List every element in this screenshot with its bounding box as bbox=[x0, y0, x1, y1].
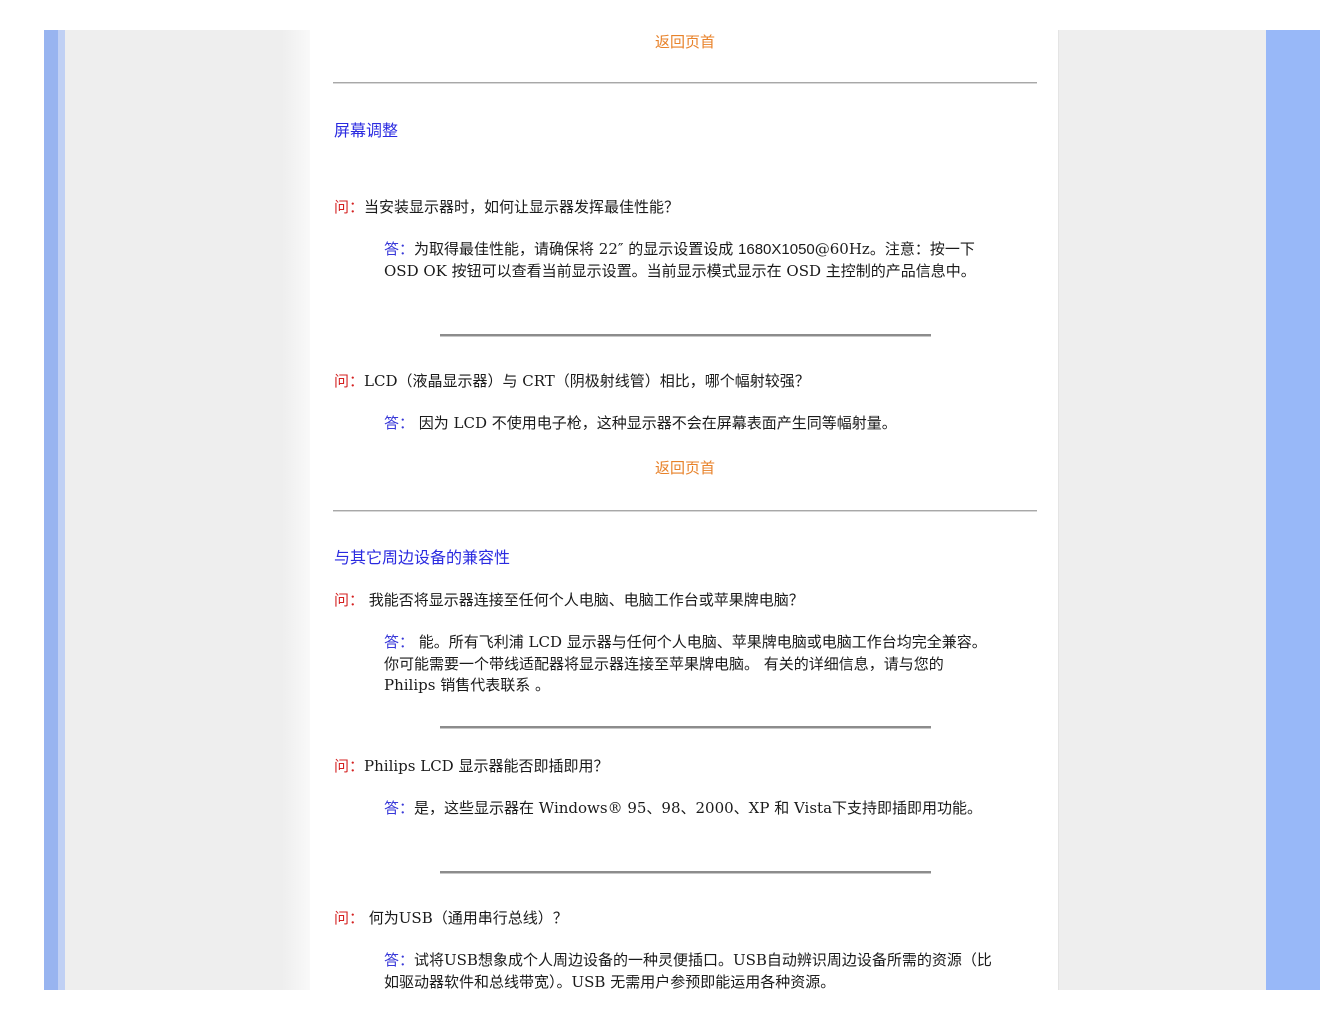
answer-text-part1: 为取得最佳性能，请确保将 22″ 的显示设置设成 bbox=[414, 240, 739, 258]
answer-prefix: 答： bbox=[384, 799, 415, 817]
question-text: LCD（液晶显示器）与 CRT（阴极射线管）相比，哪个幅射较强？ bbox=[364, 372, 810, 390]
question-optimal-performance: 问：当安装显示器时，如何让显示器发挥最佳性能？ bbox=[334, 196, 679, 217]
question-radiation: 问：LCD（液晶显示器）与 CRT（阴极射线管）相比，哪个幅射较强？ bbox=[334, 370, 810, 391]
qa-divider bbox=[440, 334, 931, 337]
question-what-is-usb: 问： 何为USB（通用串行总线）？ bbox=[334, 907, 568, 928]
answer-prefix: 答： bbox=[384, 633, 415, 651]
right-margin bbox=[1058, 30, 1266, 990]
section-title-compatibility: 与其它周边设备的兼容性 bbox=[334, 548, 511, 567]
answer-text: 因为 LCD 不使用电子枪，这种显示器不会在屏幕表面产生同等幅射量。 bbox=[414, 414, 897, 432]
question-prefix: 问： bbox=[334, 198, 365, 216]
document-frame[interactable]: 返回页首 屏幕调整 问：当安装显示器时，如何让显示器发挥最佳性能？ 答：为取得最… bbox=[44, 30, 1320, 990]
answer-what-is-usb: 答：试将USB想象成个人周边设备的一种灵便插口。USB自动辨识周边设备所需的资源… bbox=[384, 950, 994, 990]
answer-plug-and-play: 答：是，这些显示器在 Windows® 95、98、2000、XP 和 Vist… bbox=[384, 798, 994, 820]
qa-divider bbox=[440, 726, 931, 729]
back-to-top-link[interactable]: 返回页首 bbox=[655, 457, 715, 478]
left-margin-shadow bbox=[282, 30, 310, 990]
answer-radiation: 答： 因为 LCD 不使用电子枪，这种显示器不会在屏幕表面产生同等幅射量。 bbox=[384, 413, 994, 435]
answer-text: 是，这些显示器在 Windows® 95、98、2000、XP 和 Vista下… bbox=[414, 799, 983, 817]
qa-divider bbox=[440, 871, 931, 874]
question-plug-and-play: 问：Philips LCD 显示器能否即插即用？ bbox=[334, 755, 608, 776]
answer-text: 能。所有飞利浦 LCD 显示器与任何个人电脑、苹果牌电脑或电脑工作台均完全兼容。… bbox=[384, 633, 987, 694]
answer-optimal-performance: 答：为取得最佳性能，请确保将 22″ 的显示设置设成 1680X1050@60H… bbox=[384, 239, 994, 282]
back-to-top-link[interactable]: 返回页首 bbox=[655, 31, 715, 52]
content-column: 返回页首 屏幕调整 问：当安装显示器时，如何让显示器发挥最佳性能？ 答：为取得最… bbox=[310, 30, 1059, 990]
answer-connect-any-pc: 答： 能。所有飞利浦 LCD 显示器与任何个人电脑、苹果牌电脑或电脑工作台均完全… bbox=[384, 632, 994, 697]
section-divider bbox=[333, 82, 1037, 84]
question-prefix: 问： bbox=[334, 909, 365, 927]
section-title-screen: 屏幕调整 bbox=[334, 121, 399, 140]
question-prefix: 问： bbox=[334, 591, 365, 609]
left-margin bbox=[65, 30, 310, 990]
question-connect-any-pc: 问： 我能否将显示器连接至任何个人电脑、电脑工作台或苹果牌电脑？ bbox=[334, 589, 804, 610]
question-text: 何为USB（通用串行总线）？ bbox=[364, 909, 568, 927]
section-divider bbox=[333, 510, 1037, 512]
answer-text: 试将USB想象成个人周边设备的一种灵便插口。USB自动辨识周边设备所需的资源（比… bbox=[384, 951, 992, 990]
answer-prefix: 答： bbox=[384, 414, 415, 432]
answer-prefix: 答： bbox=[384, 951, 415, 969]
question-prefix: 问： bbox=[334, 757, 365, 775]
answer-resolution: 1680X1050 bbox=[738, 241, 815, 258]
question-prefix: 问： bbox=[334, 372, 365, 390]
question-text: 我能否将显示器连接至任何个人电脑、电脑工作台或苹果牌电脑？ bbox=[364, 591, 804, 609]
question-text: 当安装显示器时，如何让显示器发挥最佳性能？ bbox=[364, 198, 680, 216]
answer-prefix: 答： bbox=[384, 240, 415, 258]
page: 返回页首 屏幕调整 问：当安装显示器时，如何让显示器发挥最佳性能？ 答：为取得最… bbox=[0, 0, 1320, 1020]
question-text: Philips LCD 显示器能否即插即用？ bbox=[364, 757, 609, 775]
right-blue-bar bbox=[1266, 30, 1320, 990]
left-blue-bar-highlight bbox=[58, 30, 65, 990]
